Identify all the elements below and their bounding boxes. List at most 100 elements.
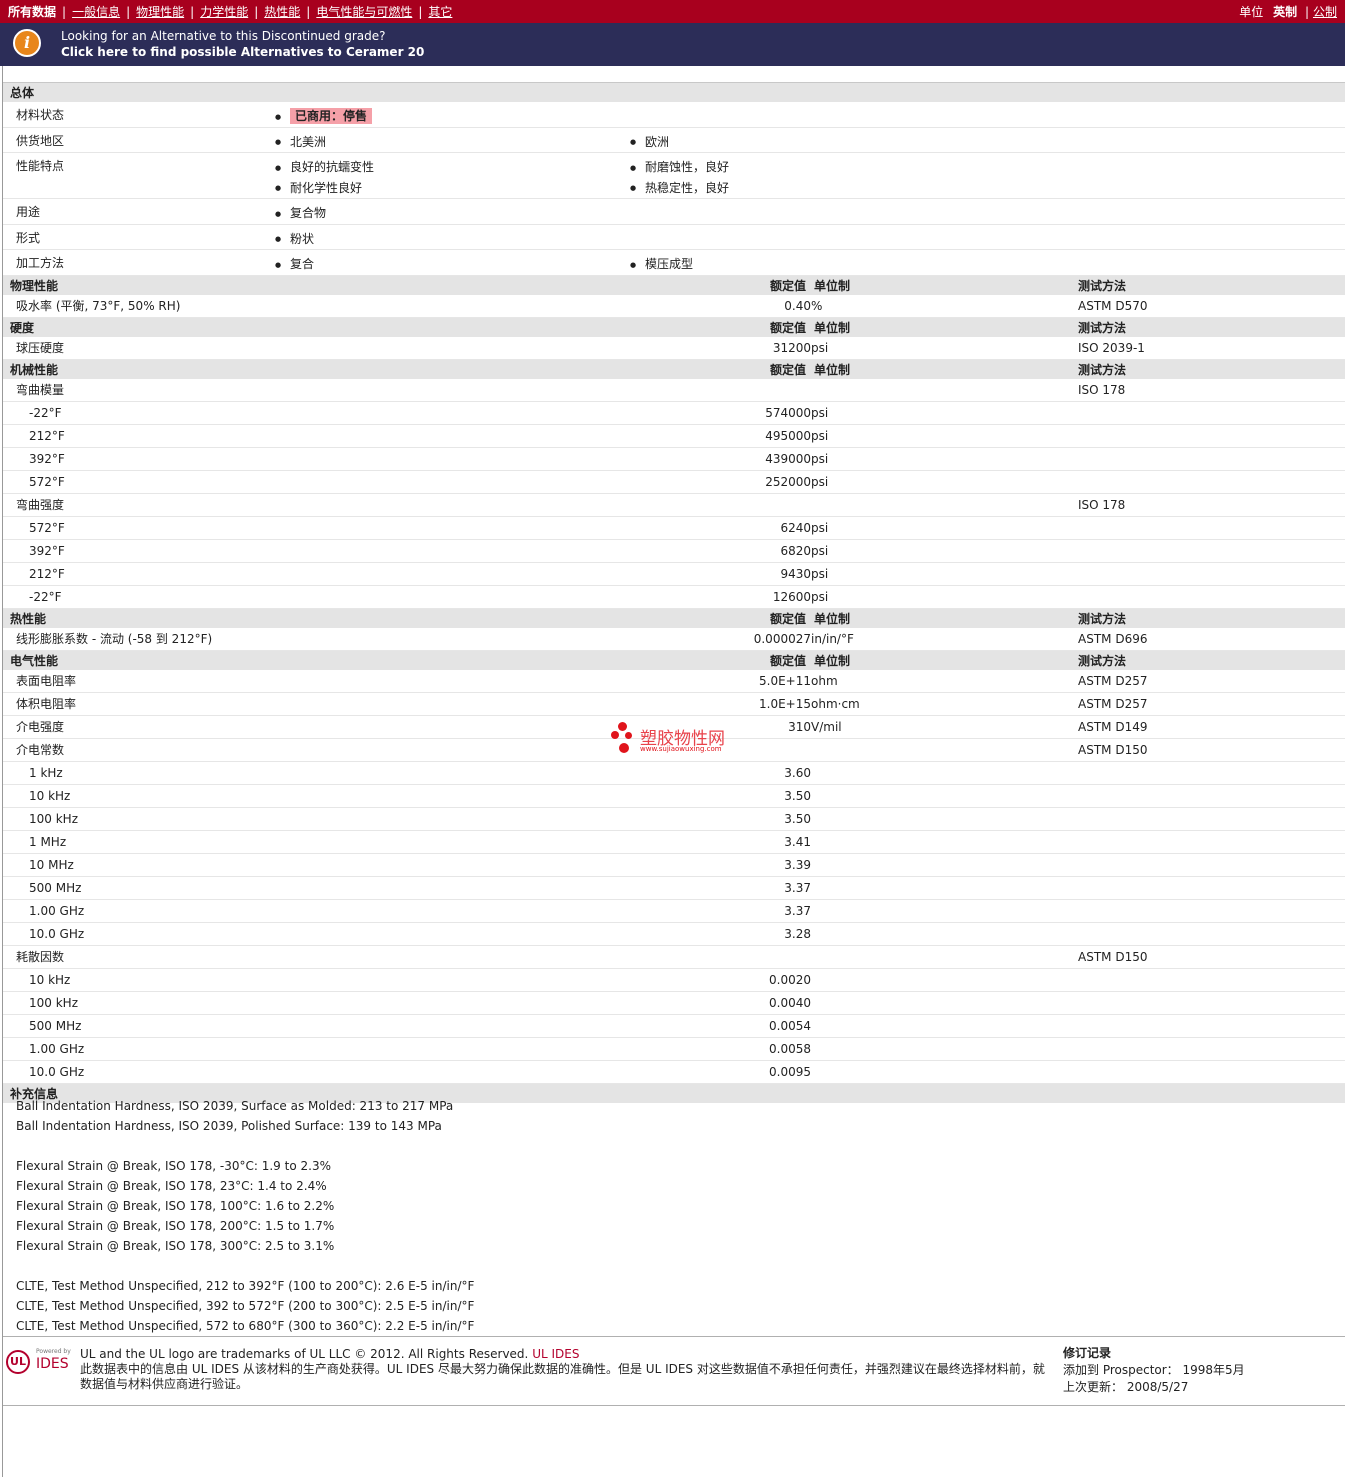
table-row: 10.0 GHz 0.0095 — [3, 1060, 1345, 1084]
table-row: 体积电阻率 1.0E+15 ohm·cm ASTM D257 — [3, 692, 1345, 716]
test-method — [1078, 447, 1345, 471]
banner-alternatives-link[interactable]: Click here to find possible Alternatives… — [61, 45, 424, 59]
property-unit — [811, 1014, 1078, 1038]
test-method — [1078, 1037, 1345, 1061]
header-unit: 单位制 — [811, 607, 1078, 628]
bullet-text: 耐磨蚀性，良好 — [645, 160, 730, 174]
property-name: 572°F — [3, 516, 630, 540]
header-method: 测试方法 — [1078, 316, 1345, 337]
property-unit — [811, 968, 1078, 992]
test-method — [1078, 991, 1345, 1015]
supplement-line: Flexural Strain @ Break, ISO 178, -30°C:… — [16, 1159, 331, 1173]
property-unit: psi — [811, 516, 1078, 540]
table-row: 表面电阻率 5.0E+11 ohm ASTM D257 — [3, 669, 1345, 693]
test-method — [1078, 401, 1345, 425]
tab-other[interactable]: 其它 — [428, 5, 452, 19]
property-label: 性能特点 — [3, 152, 273, 199]
property-value: 5.0E+11 — [630, 669, 811, 693]
table-row: 1.00 GHz 0.0058 — [3, 1037, 1345, 1061]
test-method: ASTM D570 — [1078, 294, 1345, 318]
tab-mechanical[interactable]: 力学性能 — [200, 5, 248, 19]
bullet-dot-icon: ● — [630, 260, 637, 269]
property-name: 500 MHz — [3, 876, 630, 900]
property-name: 吸水率 (平衡, 73°F, 50% RH) — [3, 294, 630, 318]
property-value: 6820 — [630, 539, 811, 563]
supplement-line: Ball Indentation Hardness, ISO 2039, Sur… — [16, 1099, 454, 1113]
alternative-banner[interactable]: i Looking for an Alternative to this Dis… — [0, 23, 1345, 66]
property-unit: V/mil — [811, 715, 1078, 739]
bullet-text: 复合物 — [290, 206, 327, 220]
property-name: 10.0 GHz — [3, 1060, 630, 1084]
property-unit: psi — [811, 585, 1078, 609]
test-method: ISO 178 — [1078, 493, 1345, 517]
ul-logo-icon: UL — [6, 1350, 30, 1374]
tab-all-data[interactable]: 所有数据 — [8, 5, 56, 19]
property-value: 574000 — [630, 401, 811, 425]
tab-physical[interactable]: 物理性能 — [136, 5, 184, 19]
test-method — [1078, 1014, 1345, 1038]
property-value: 0.40 — [630, 294, 811, 318]
property-value: 3.50 — [630, 807, 811, 831]
test-method — [1078, 562, 1345, 586]
table-row: 212°F 9430 psi — [3, 562, 1345, 586]
test-method — [1078, 784, 1345, 808]
property-value: 3.50 — [630, 784, 811, 808]
bullet-dot-icon: ● — [630, 184, 637, 192]
header-value: 额定值 — [630, 316, 811, 337]
table-row: 572°F 6240 psi — [3, 516, 1345, 540]
table-row: 500 MHz 0.0054 — [3, 1014, 1345, 1038]
header-unit: 单位制 — [811, 649, 1078, 670]
bullet-text: 北美洲 — [290, 134, 327, 149]
unit-english-button[interactable]: 英制 — [1273, 5, 1297, 19]
property-value: 0.0054 — [630, 1014, 811, 1038]
header-value: 额定值 — [630, 274, 811, 295]
section-header: 总体 — [3, 82, 1345, 102]
general-row: 性能特点 ● 良好的抗蠕变性 ● 耐化学性良好 ● 耐磨蚀性，良好 ● 热稳定性，良好 — [3, 152, 1345, 199]
property-unit — [811, 761, 1078, 785]
property-unit — [811, 1060, 1078, 1084]
watermark-en: www.sujiaowuxing.com — [640, 745, 722, 753]
tab-general-info[interactable]: 一般信息 — [72, 5, 120, 19]
ul-ides-link[interactable]: UL IDES — [532, 1347, 579, 1361]
property-name: 500 MHz — [3, 1014, 630, 1038]
property-unit: psi — [811, 447, 1078, 471]
section-header: 硬度 额定值 单位制 测试方法 — [3, 316, 1345, 337]
property-value: 252000 — [630, 470, 811, 494]
property-unit: psi — [811, 424, 1078, 448]
status-badge: 已商用：停售 — [290, 108, 373, 124]
tab-thermal[interactable]: 热性能 — [264, 5, 300, 19]
property-name: 介电常数 — [3, 738, 630, 762]
supplement-line — [16, 1256, 474, 1276]
test-method — [1078, 1060, 1345, 1084]
tab-separator: | — [126, 5, 131, 19]
supplement-text: Ball Indentation Hardness, ISO 2039, Sur… — [16, 1096, 474, 1336]
general-row: 用途 ● 复合物 — [3, 198, 1345, 225]
property-name: 弯曲强度 — [3, 493, 630, 517]
values-col2 — [630, 198, 1345, 225]
table-row: 212°F 495000 psi — [3, 424, 1345, 448]
test-method — [1078, 585, 1345, 609]
section-title: 热性能 — [3, 607, 630, 628]
supplement-line — [16, 1136, 474, 1156]
table-row: -22°F 574000 psi — [3, 401, 1345, 425]
property-unit — [811, 738, 1078, 762]
property-value: 6240 — [630, 516, 811, 540]
header-unit: 单位制 — [811, 316, 1078, 337]
ides-wordmark: IDES — [36, 1356, 69, 1372]
table-row: 392°F 6820 psi — [3, 539, 1345, 563]
values-col1: ● 良好的抗蠕变性 ● 耐化学性良好 — [273, 152, 630, 199]
table-row: 10 kHz 3.50 — [3, 784, 1345, 808]
bullet-dot-icon: ● — [275, 163, 282, 172]
section-title: 机械性能 — [3, 358, 630, 379]
bullet-item: ● 耐磨蚀性，良好 — [630, 157, 1345, 178]
test-method — [1078, 876, 1345, 900]
tab-separator: | — [418, 5, 423, 19]
tab-electrical[interactable]: 电气性能与可燃性 — [316, 5, 412, 19]
property-unit — [811, 1037, 1078, 1061]
header-unit: 单位制 — [811, 274, 1078, 295]
unit-metric-link[interactable]: 公制 — [1313, 5, 1337, 19]
test-method — [1078, 516, 1345, 540]
banner-line1: Looking for an Alternative to this Disco… — [61, 29, 386, 43]
test-method — [1078, 807, 1345, 831]
table-row: 弯曲模量 ISO 178 — [3, 378, 1345, 402]
